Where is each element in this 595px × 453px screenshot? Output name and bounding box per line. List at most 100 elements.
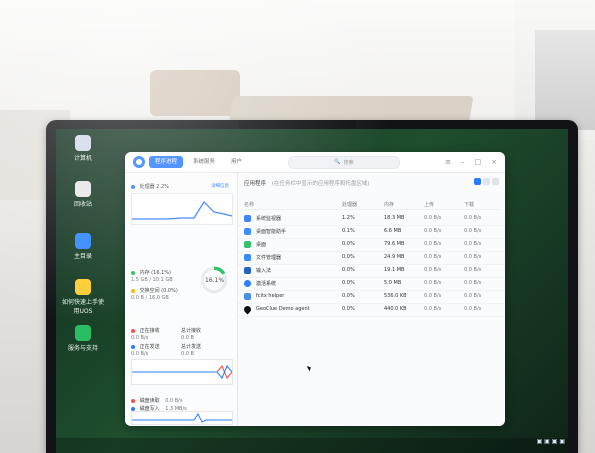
process-cpu: 0.0% <box>342 267 355 273</box>
search-placeholder: 搜索 <box>343 159 354 166</box>
desktop-icon-home[interactable]: 主目录 <box>60 233 106 260</box>
process-download: 0.0 B/s <box>464 280 482 286</box>
files-icon <box>244 254 251 261</box>
receive-dot-icon <box>131 328 135 333</box>
folder-icon <box>75 233 91 249</box>
cpu-details-link[interactable]: 详细信息 <box>211 183 229 189</box>
send-dot-icon <box>131 344 135 349</box>
net-send-value: 0.0 B/s <box>131 351 149 357</box>
memory-dot-icon <box>131 270 135 275</box>
process-memory: 19.1 MB <box>384 267 405 273</box>
desktop-icon-label: 计算机 <box>73 155 92 162</box>
col-memory[interactable]: 内存 <box>384 201 394 208</box>
desktop-icon-label: 服务与支持 <box>67 345 98 352</box>
process-upload: 0.0 B/s <box>424 306 442 312</box>
keyboard-icon <box>244 293 251 300</box>
disk-read-label: 磁盘读取 <box>139 398 160 404</box>
table-row[interactable]: 输入法 0.0% 19.1 MB 0.0 B/s 0.0 B/s <box>238 265 505 278</box>
desktop-icon-computer[interactable]: 计算机 <box>60 135 106 162</box>
process-table-header: 名称 处理器 内存 上传 下载 <box>244 199 499 210</box>
tab-users[interactable]: 用户 <box>225 156 248 168</box>
process-download: 0.0 B/s <box>464 215 482 221</box>
cpu-usage-text: 处理器 2.2% <box>139 184 169 190</box>
computer-icon <box>75 135 91 151</box>
menu-icon[interactable]: ≡ <box>445 158 451 166</box>
network-graph <box>131 359 233 385</box>
system-monitor-logo-icon <box>133 156 145 168</box>
memory-ring-text: 16.1% <box>205 277 225 284</box>
resource-panel: 处理器 2.2% 详细信息 内存 (16.1%) 1.5 GB / 10.1 G… <box>125 173 238 426</box>
process-download: 0.0 B/s <box>464 267 482 273</box>
disk-read: 磁盘读取 0.0 B/s <box>131 397 182 404</box>
window-controls: ≡ – □ × <box>445 158 497 166</box>
process-upload: 0.0 B/s <box>424 215 442 221</box>
view-toggle-all-icon[interactable] <box>492 178 499 185</box>
desktop-icon-help[interactable]: 如何快速上手使用UOS <box>60 279 106 315</box>
process-memory: 5.0 MB <box>384 280 402 286</box>
disk-read-dot-icon <box>131 398 135 403</box>
process-cpu: 0.0% <box>342 306 355 312</box>
view-toggle-user-icon[interactable] <box>483 178 490 185</box>
view-toggle[interactable] <box>474 178 499 185</box>
col-download[interactable]: 下载 <box>464 201 474 208</box>
desktop-icon-label: 主目录 <box>73 253 92 260</box>
right-shelf <box>535 30 595 130</box>
table-row[interactable]: fcitx helper 0.0% 536.0 KB 0.0 B/s 0.0 B… <box>238 291 505 304</box>
memory-label: 内存 (16.1%) <box>131 269 171 276</box>
search-icon: 🔍 <box>334 159 341 165</box>
system-monitor-window: 程序进程 系统服务 用户 🔍 搜索 ≡ – □ × 处理器 2.2% 详细信息 <box>125 152 505 426</box>
table-row[interactable]: 激活系统 0.0% 5.0 MB 0.0 B/s 0.0 B/s <box>238 278 505 291</box>
view-toggle-apps-icon[interactable] <box>474 178 481 185</box>
desktop-icon <box>244 241 251 248</box>
process-memory: 18.3 MB <box>384 215 405 221</box>
table-row[interactable]: 文件管理器 0.0% 24.9 MB 0.0 B/s 0.0 B/s <box>238 252 505 265</box>
search-input[interactable]: 🔍 搜索 <box>288 155 401 169</box>
swap-usage-text: 交换空间 (0.0%) <box>139 288 178 294</box>
process-name: 系统监视器 <box>256 216 282 222</box>
process-cpu: 0.1% <box>342 228 355 234</box>
table-row[interactable]: 桌面智能助手 0.1% 6.6 MB 0.0 B/s 0.0 B/s <box>238 226 505 239</box>
net-send-total: 0.0 B <box>181 351 194 357</box>
swap-detail: 0.0 B / 16.0 GB <box>131 295 169 301</box>
disk-write-dot-icon <box>131 406 135 411</box>
minimize-icon[interactable]: – <box>461 158 465 166</box>
process-panel: 应用程序 (在任务栏中显示的应用程序和托盘区域) 名称 处理器 内存 上传 下载 <box>238 173 505 426</box>
col-upload[interactable]: 上传 <box>424 201 434 208</box>
process-name: 激活系统 <box>256 281 277 287</box>
chair <box>150 70 240 116</box>
close-icon[interactable]: × <box>491 158 497 166</box>
maximize-icon[interactable]: □ <box>475 158 482 166</box>
activation-icon <box>244 280 251 287</box>
net-recv-text: 正在接收 <box>139 328 160 334</box>
process-cpu: 0.0% <box>342 241 355 247</box>
process-download: 0.0 B/s <box>464 241 482 247</box>
cpu-label: 处理器 2.2% <box>131 183 169 190</box>
table-row[interactable]: 系统监视器 1.2% 18.3 MB 0.0 B/s 0.0 B/s <box>238 213 505 226</box>
process-panel-note: (在任务栏中显示的应用程序和托盘区域) <box>271 181 370 187</box>
col-name[interactable]: 名称 <box>244 201 254 208</box>
col-cpu[interactable]: 处理器 <box>342 201 357 208</box>
process-upload: 0.0 B/s <box>424 228 442 234</box>
process-memory: 536.0 KB <box>384 293 407 299</box>
table-row[interactable]: GeoClue Demo agent 0.0% 440.0 KB 0.0 B/s… <box>238 304 505 317</box>
process-upload: 0.0 B/s <box>424 280 442 286</box>
table-row[interactable]: 桌面 0.0% 79.6 MB 0.0 B/s 0.0 B/s <box>238 239 505 252</box>
process-upload: 0.0 B/s <box>424 293 442 299</box>
desktop-icon-support[interactable]: 服务与支持 <box>60 325 106 352</box>
process-name: 桌面 <box>256 242 267 248</box>
memory-detail: 1.5 GB / 10.1 GB <box>131 277 173 283</box>
tab-services[interactable]: 系统服务 <box>187 156 221 168</box>
process-cpu: 0.0% <box>342 280 355 286</box>
desktop-icon-trash[interactable]: 回收站 <box>60 181 106 208</box>
process-name: 文件管理器 <box>256 255 282 261</box>
swap-label: 交换空间 (0.0%) <box>131 287 178 294</box>
process-name: 输入法 <box>256 268 272 274</box>
process-download: 0.0 B/s <box>464 306 482 312</box>
network-line-chart <box>132 365 232 379</box>
process-download: 0.0 B/s <box>464 293 482 299</box>
net-recv-total-label: 总计接收 <box>181 328 202 334</box>
net-recv-value: 0.0 B/s <box>131 335 149 341</box>
tab-processes[interactable]: 程序进程 <box>149 156 184 168</box>
net-send-text: 正在发送 <box>139 344 160 350</box>
process-memory: 24.9 MB <box>384 254 405 260</box>
